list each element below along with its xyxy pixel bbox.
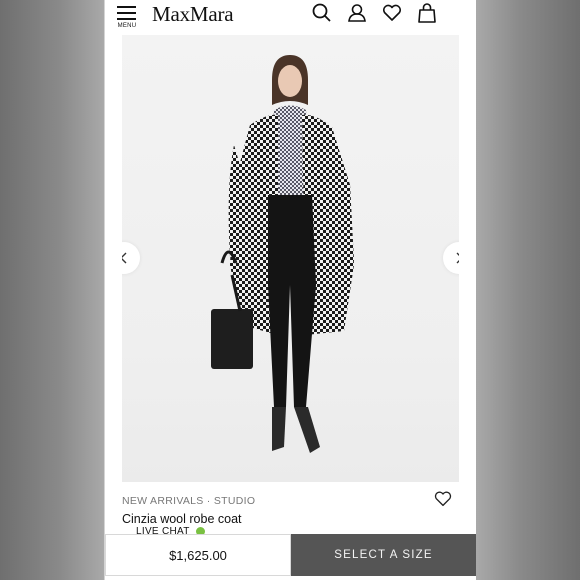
wishlist-icon[interactable] [381,2,403,24]
menu-button[interactable]: MENU [116,4,138,30]
add-to-wishlist-button[interactable] [433,489,453,509]
chevron-right-icon [456,252,459,264]
select-size-button[interactable]: SELECT A SIZE [291,534,476,576]
shopping-bag-icon[interactable] [416,2,438,24]
product-photo [211,55,354,453]
product-page: MENU MaxMara NEW ARRIVALS · STUDIO Cinzi… [105,0,476,580]
top-header: MENU MaxMara [105,0,476,32]
breadcrumb[interactable]: NEW ARRIVALS · STUDIO [122,495,255,507]
product-image-carousel[interactable] [122,35,459,482]
purchase-bar: $1,625.00 SELECT A SIZE [105,534,476,580]
chevron-left-icon [122,252,127,264]
menu-icon-bar [117,18,136,20]
heart-icon [434,491,452,507]
search-icon[interactable] [311,2,333,24]
menu-icon-bar [117,12,136,14]
account-icon[interactable] [346,2,368,24]
product-price: $1,625.00 [105,534,291,576]
menu-icon [117,6,136,8]
menu-label: MENU [117,23,137,29]
brand-logo[interactable]: MaxMara [152,2,234,27]
